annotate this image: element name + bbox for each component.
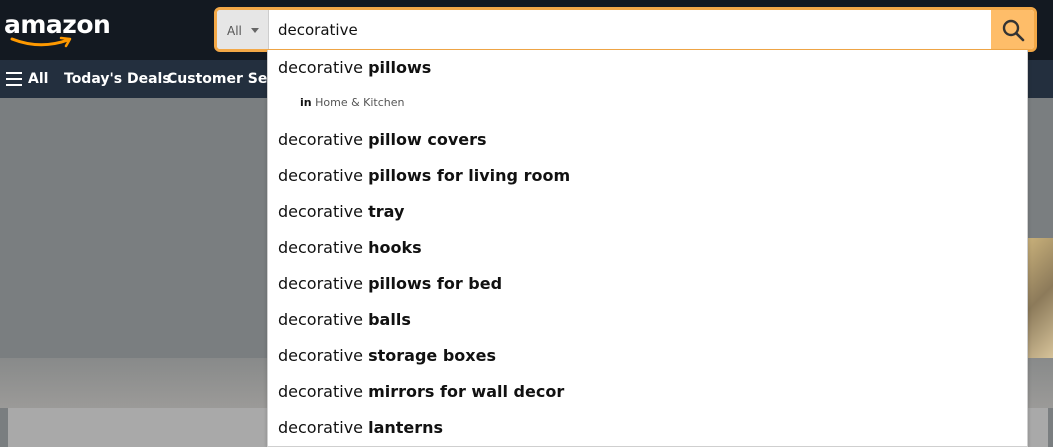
search-category-select[interactable]: All [217, 10, 269, 49]
suggestion-completion: mirrors for wall decor [368, 382, 565, 401]
search-bar: All [214, 7, 1037, 52]
suggestion-prefix: decorative [278, 166, 363, 185]
all-menu-label: All [28, 71, 49, 87]
suggestion-department[interactable]: in Home & Kitchen [300, 96, 405, 109]
suggestion-completion: pillow covers [368, 130, 487, 149]
caret-down-icon [251, 28, 259, 33]
suggestion-prefix: decorative [278, 382, 363, 401]
magnifier-icon [1002, 19, 1025, 42]
suggestion-item[interactable]: decorative pillows for bed [278, 266, 502, 302]
suggestion-prefix: decorative [278, 202, 363, 221]
amazon-logo[interactable]: amazon [4, 10, 111, 50]
hero-image-partial [1028, 238, 1053, 358]
suggestion-prefix: decorative [278, 238, 363, 257]
suggestion-completion: pillows [368, 58, 432, 77]
smile-arrow-icon [10, 36, 72, 48]
suggestion-prefix: decorative [278, 346, 363, 365]
department-name: Home & Kitchen [315, 96, 405, 109]
suggestion-item[interactable]: decorative pillow covers [278, 122, 487, 158]
suggestion-prefix: decorative [278, 274, 363, 293]
logo-text: amazon [4, 10, 111, 39]
suggestion-completion: balls [368, 310, 411, 329]
suggestion-completion: pillows for living room [368, 166, 571, 185]
suggestion-completion: pillows for bed [368, 274, 503, 293]
suggestion-item[interactable]: decorative mirrors for wall decor [278, 374, 564, 410]
suggestion-item[interactable]: decorative tray [278, 194, 404, 230]
suggestion-completion: lanterns [368, 418, 444, 437]
nav-link-todays-deals[interactable]: Today's Deals [64, 71, 171, 87]
suggestion-item[interactable]: decorative pillows [278, 50, 431, 86]
suggestion-prefix: decorative [278, 310, 363, 329]
suggestion-completion: storage boxes [368, 346, 496, 365]
suggestion-prefix: decorative [278, 418, 363, 437]
suggestion-item[interactable]: decorative pillows for living room [278, 158, 570, 194]
suggestion-item[interactable]: decorative hooks [278, 230, 422, 266]
suggestion-item[interactable]: decorative lanterns [278, 410, 443, 446]
search-button[interactable] [991, 10, 1034, 49]
search-suggestions-dropdown: decorative pillows in Home & Kitchen dec… [267, 50, 1028, 447]
department-in-label: in [300, 96, 312, 109]
search-input[interactable] [269, 10, 991, 49]
suggestion-completion: tray [368, 202, 405, 221]
suggestion-prefix: decorative [278, 58, 363, 77]
hamburger-icon [6, 72, 22, 86]
suggestion-item[interactable]: decorative balls [278, 302, 411, 338]
suggestion-prefix: decorative [278, 130, 363, 149]
search-category-label: All [227, 24, 242, 38]
suggestion-item[interactable]: decorative storage boxes [278, 338, 496, 374]
suggestion-completion: hooks [368, 238, 422, 257]
